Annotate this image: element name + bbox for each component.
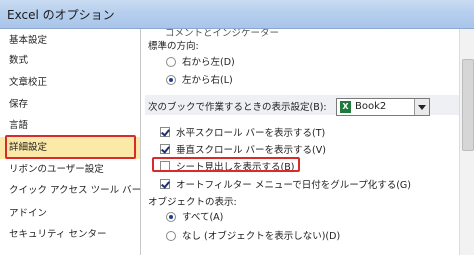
sidebar-item-formulas[interactable]: 数式 xyxy=(0,50,140,72)
book-select[interactable]: X Book2 xyxy=(336,98,430,116)
options-panel: コメントとインジケーター 標準の方向: 右から左(D) 左から右(L) 次のブッ… xyxy=(141,29,474,255)
radio-ltr[interactable] xyxy=(166,75,176,85)
title-bar: Excel のオプション xyxy=(0,0,474,29)
sidebar-item-proofing[interactable]: 文章校正 xyxy=(0,72,140,94)
highlight-advanced xyxy=(5,135,136,159)
section-label: 次のブックで作業するときの表示設定(B): xyxy=(148,102,327,113)
sidebar-item-trust-center[interactable]: セキュリティ センター xyxy=(0,224,140,246)
radio-rtl[interactable] xyxy=(166,57,176,67)
sidebar-item-ribbon[interactable]: リボンのユーザー設定 xyxy=(0,159,140,181)
sidebar-item-addins[interactable]: アドイン xyxy=(0,203,140,225)
objects-label: オブジェクトの表示: xyxy=(148,197,237,208)
chevron-down-icon[interactable] xyxy=(414,99,429,115)
radio-ltr-label: 左から右(L) xyxy=(182,75,233,86)
radio-objects-none[interactable] xyxy=(166,231,176,241)
vertical-scrollbar[interactable] xyxy=(459,29,474,255)
radio-objects-all-label: すべて(A) xyxy=(182,212,224,223)
direction-label: 標準の方向: xyxy=(148,41,199,52)
radio-rtl-label: 右から左(D) xyxy=(182,57,235,68)
sidebar-item-general[interactable]: 基本設定 xyxy=(0,30,140,52)
radio-objects-all[interactable] xyxy=(166,212,176,222)
sidebar-item-save[interactable]: 保存 xyxy=(0,94,140,116)
radio-objects-none-label: なし (オブジェクトを表示しない)(D) xyxy=(182,231,341,242)
sidebar-item-language[interactable]: 言語 xyxy=(0,115,140,137)
scrollbar-thumb[interactable] xyxy=(462,59,474,151)
book-select-value: Book2 xyxy=(355,101,387,112)
checkbox-vscroll[interactable] xyxy=(160,144,170,154)
window-title: Excel のオプション xyxy=(7,8,115,22)
excel-icon: X xyxy=(340,101,351,113)
checkbox-autofilter[interactable] xyxy=(160,179,170,189)
checkbox-vscroll-label: 垂直スクロール バーを表示する(V) xyxy=(176,145,326,156)
checkbox-autofilter-label: オートフィルター メニューで日付をグループ化する(G) xyxy=(176,180,411,191)
sidebar-item-quick-access[interactable]: クイック アクセス ツール バー xyxy=(0,180,141,202)
checkbox-hscroll-label: 水平スクロール バーを表示する(T) xyxy=(176,128,326,139)
checkbox-hscroll[interactable] xyxy=(160,127,170,137)
highlight-sheet-tabs xyxy=(152,157,300,172)
